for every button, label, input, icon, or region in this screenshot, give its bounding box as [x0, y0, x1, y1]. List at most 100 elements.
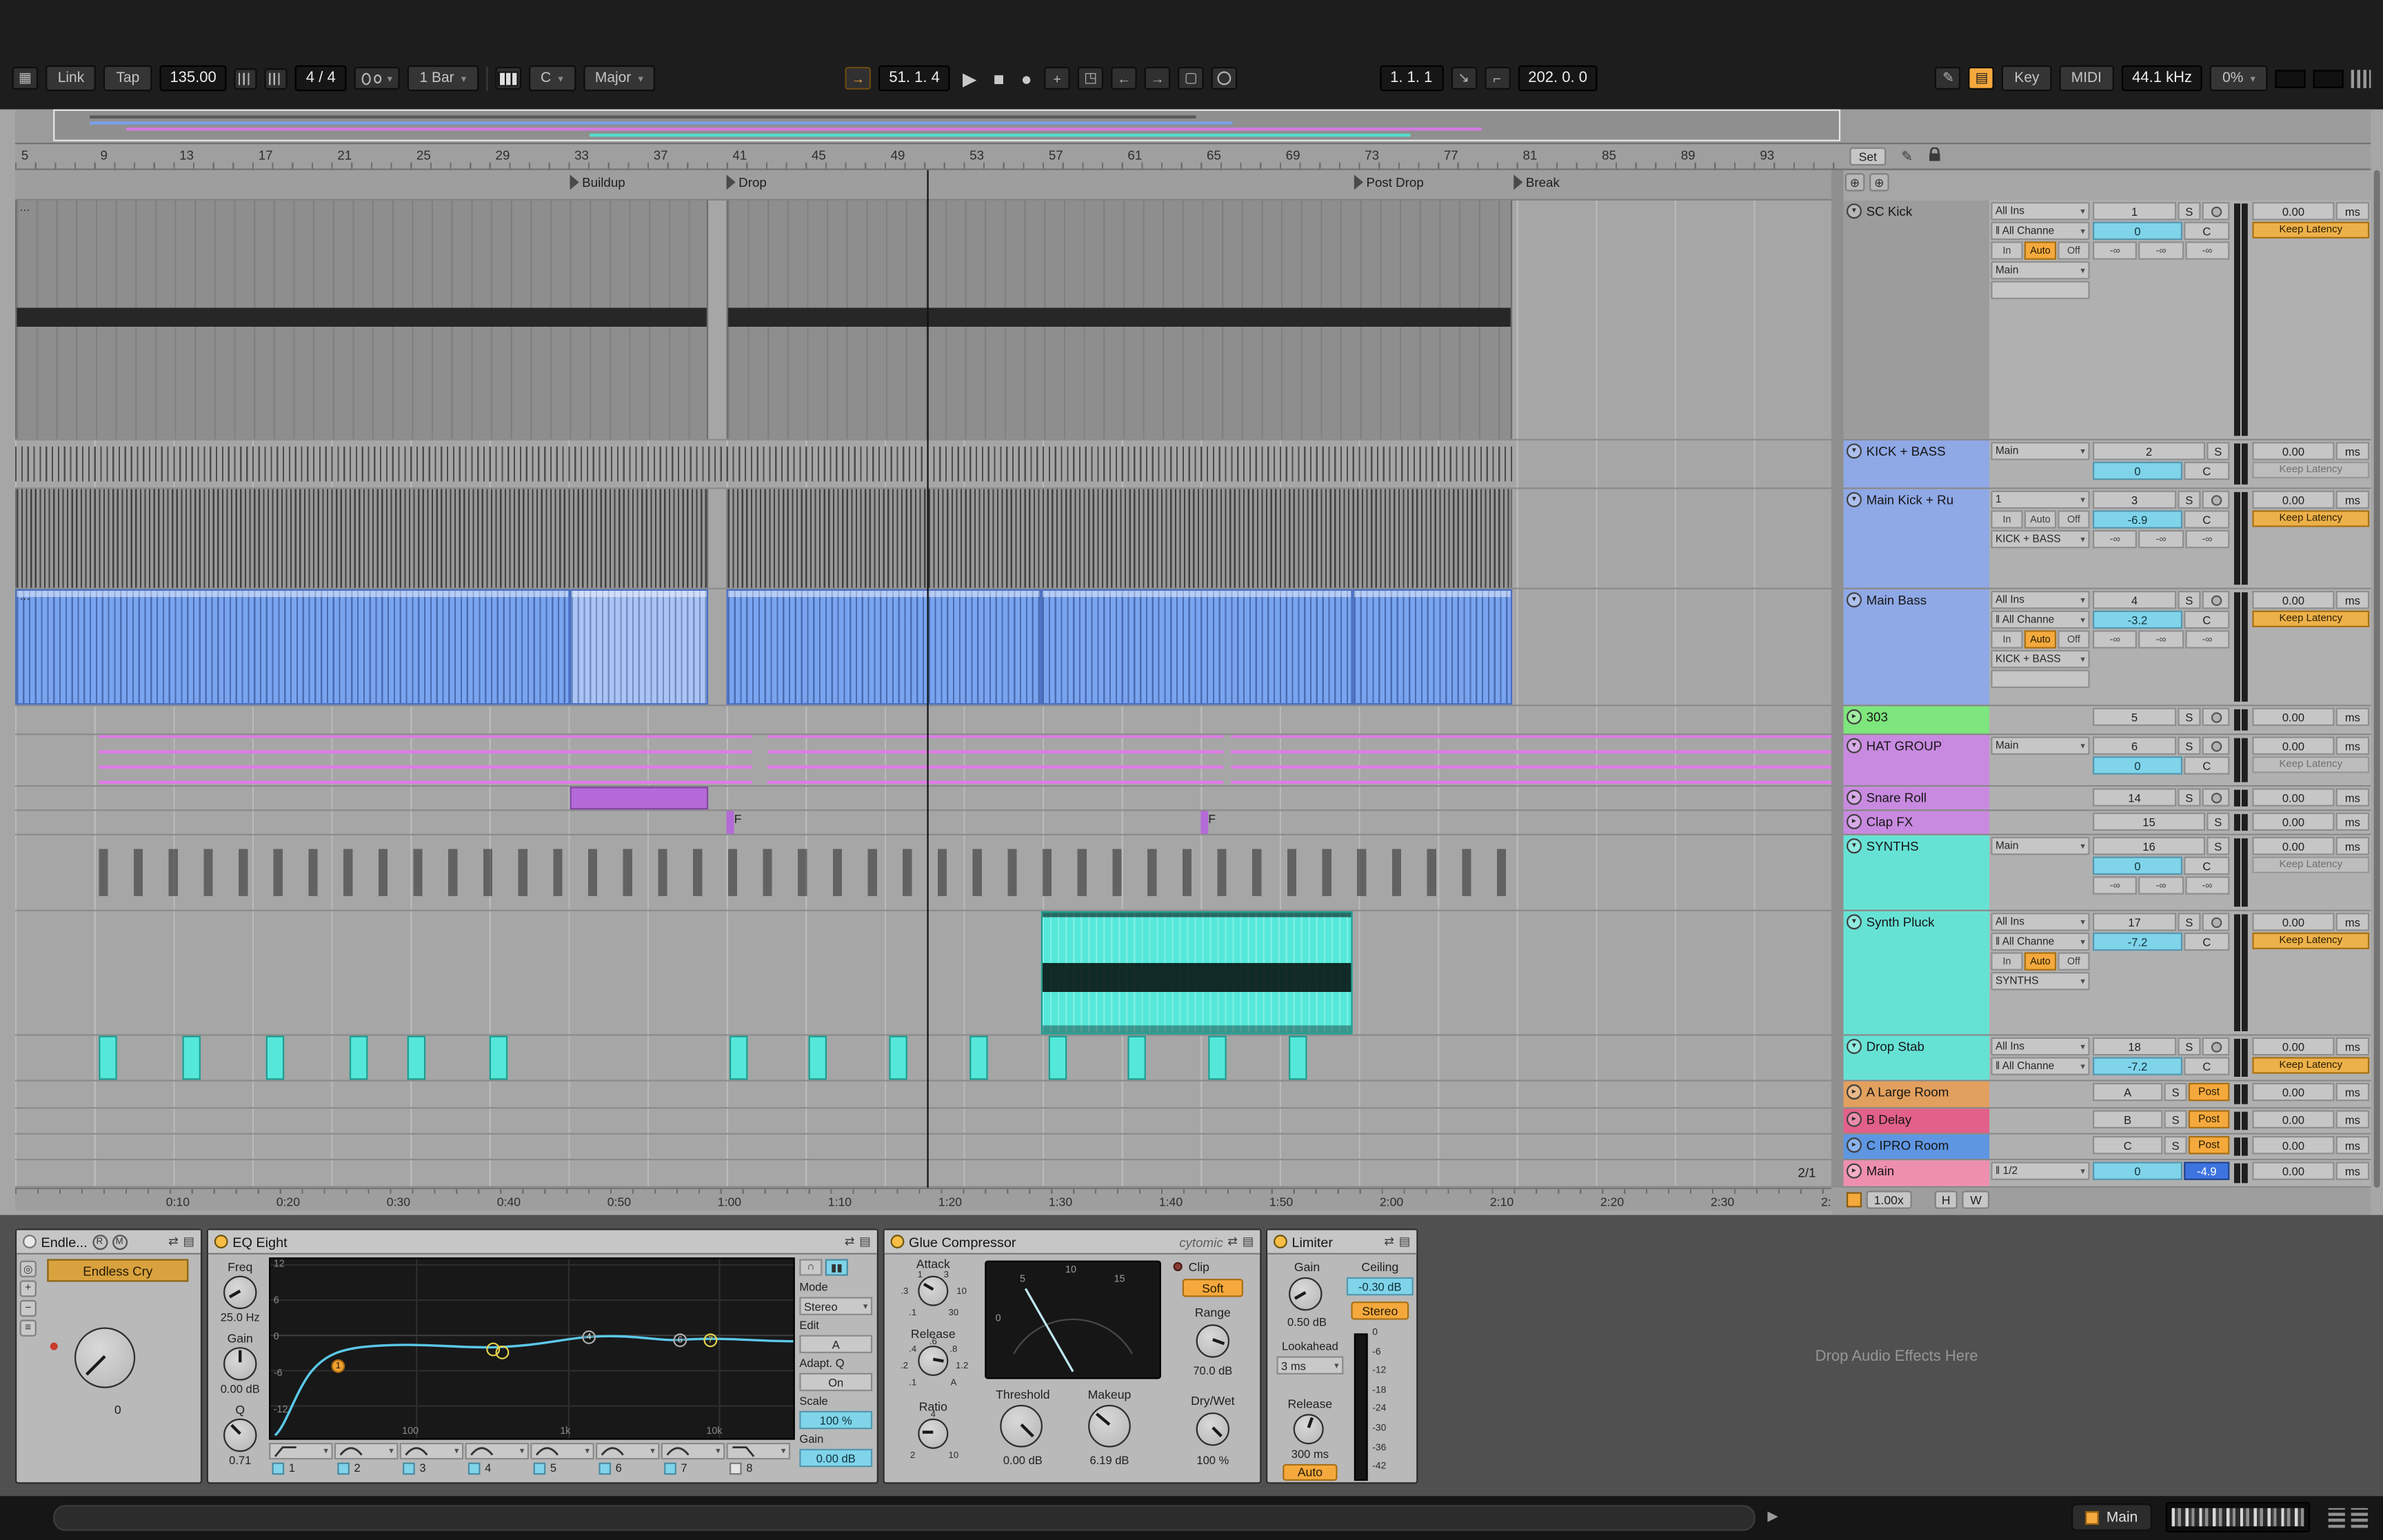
play-button[interactable]: ▶: [958, 68, 981, 89]
scroll-right-button[interactable]: ⊕: [1869, 173, 1889, 191]
band-activator[interactable]: [468, 1462, 481, 1475]
volume-field[interactable]: 0: [2093, 462, 2182, 480]
volume-field[interactable]: 0: [2093, 756, 2182, 774]
soft-clip-button[interactable]: Soft: [1183, 1279, 1243, 1297]
loop-icon[interactable]: [1211, 67, 1237, 90]
rack-record-button[interactable]: R: [92, 1234, 107, 1249]
time-signature-field[interactable]: 4 / 4: [295, 65, 346, 91]
nudge-down-icon[interactable]: [234, 68, 257, 89]
back-to-arrangement-icon[interactable]: ←: [1111, 67, 1136, 90]
send-field[interactable]: -∞: [2139, 530, 2184, 548]
clip[interactable]: [408, 1036, 425, 1080]
delay-unit-toggle[interactable]: ms: [2336, 737, 2369, 755]
metronome-icon[interactable]: ▾: [354, 67, 400, 90]
auto-release-button[interactable]: Auto: [1283, 1464, 1337, 1481]
filter-type-selector[interactable]: [727, 1443, 791, 1459]
hot-swap-icon[interactable]: ⇄: [1227, 1235, 1238, 1248]
clip[interactable]: [889, 1036, 907, 1080]
bar-number[interactable]: 25: [416, 148, 431, 163]
bar-number[interactable]: 17: [259, 148, 273, 163]
quantization-selector[interactable]: 1 Bar ▾: [408, 65, 479, 91]
stereo-mode-button[interactable]: Stereo: [1351, 1301, 1409, 1319]
band-activator[interactable]: [534, 1462, 546, 1475]
solo-button[interactable]: S: [2206, 813, 2229, 831]
limiter-gain-value[interactable]: 0.50 dB: [1271, 1315, 1344, 1329]
height-zoom-button[interactable]: H: [1934, 1191, 1958, 1208]
keep-latency-button[interactable]: Keep Latency: [2252, 462, 2369, 478]
track-name[interactable]: ▸Snare Roll: [1844, 787, 1990, 809]
monitor-off-button[interactable]: Off: [2058, 241, 2089, 259]
routing-selector[interactable]: Main: [1991, 737, 2089, 755]
scale-root-selector[interactable]: C ▾: [528, 65, 575, 91]
clip[interactable]: [99, 849, 1512, 896]
bar-number[interactable]: 65: [1207, 148, 1221, 163]
clip[interactable]: [1127, 1036, 1145, 1080]
locator-drop[interactable]: Drop: [727, 174, 767, 190]
delay-unit-toggle[interactable]: ms: [2336, 813, 2369, 831]
monitor-in-button[interactable]: In: [1991, 630, 2022, 648]
delay-unit-toggle[interactable]: ms: [2336, 788, 2369, 806]
expand-icon[interactable]: ▸: [1847, 1164, 1862, 1179]
clip[interactable]: [1231, 735, 1831, 785]
device-drop-zone[interactable]: Drop Audio Effects Here: [1422, 1228, 2371, 1483]
track-delay-field[interactable]: 0.00: [2252, 591, 2334, 609]
clip[interactable]: [266, 1036, 284, 1080]
bar-number[interactable]: 73: [1365, 148, 1379, 163]
computer-midi-keyboard-icon[interactable]: ▤: [1969, 67, 1994, 90]
solo-button[interactable]: S: [2178, 708, 2200, 726]
re-enable-automation-icon[interactable]: →: [1145, 67, 1170, 90]
hot-swap-icon[interactable]: ⇄: [168, 1235, 179, 1248]
track-delay-field[interactable]: 0.00: [2252, 837, 2334, 855]
bar-number[interactable]: 29: [496, 148, 510, 163]
limiter-gain-knob[interactable]: [1289, 1277, 1322, 1310]
track-header-synths[interactable]: ▾SYNTHSMain16S0C-∞-∞-∞0.00msKeep Latency: [1844, 835, 2371, 911]
track-lane-drop-stab[interactable]: [15, 1036, 1831, 1082]
track-lane-clap-fx[interactable]: FF: [15, 811, 1831, 835]
eq-spectrum-display[interactable]: 1260-6-12 1001k10k 1467: [269, 1257, 795, 1439]
clip[interactable]: [99, 735, 752, 785]
loop-length-field[interactable]: 202. 0. 0: [1518, 65, 1598, 91]
track-name[interactable]: ▾Synth Pluck: [1844, 911, 1990, 1034]
adaptq-button[interactable]: On: [799, 1373, 872, 1391]
filter-type-selector[interactable]: [596, 1443, 660, 1459]
clip[interactable]: [15, 201, 708, 439]
keep-latency-button[interactable]: Keep Latency: [2252, 933, 2369, 949]
stop-button[interactable]: ■: [989, 68, 1009, 89]
routing-selector[interactable]: [1991, 670, 2089, 688]
clip[interactable]: [727, 589, 1041, 705]
arm-button[interactable]: [2202, 491, 2230, 509]
track-name[interactable]: ▾KICK + BASS: [1844, 440, 1990, 487]
track-delay-field[interactable]: 0.00: [2252, 788, 2334, 806]
band-activator[interactable]: [730, 1462, 742, 1475]
device-title[interactable]: Limiter: [1291, 1234, 1333, 1249]
bar-number[interactable]: 53: [969, 148, 984, 163]
freq-knob[interactable]: [223, 1276, 257, 1309]
routing-selector[interactable]: SYNTHS: [1991, 972, 2089, 990]
keep-latency-button[interactable]: Keep Latency: [2252, 222, 2369, 239]
eq-band-handle[interactable]: 4: [582, 1330, 596, 1344]
solo-button[interactable]: S: [2164, 1111, 2187, 1128]
solo-button[interactable]: S: [2178, 591, 2200, 609]
eq-band-handle[interactable]: 7: [703, 1333, 717, 1347]
pan-field[interactable]: C: [2184, 857, 2229, 875]
filter-type-selector[interactable]: [530, 1443, 594, 1459]
range-value[interactable]: 70.0 dB: [1174, 1364, 1253, 1377]
post-toggle[interactable]: Post: [2189, 1136, 2230, 1154]
send-field[interactable]: -∞: [2185, 630, 2230, 648]
bar-number[interactable]: 13: [179, 148, 194, 163]
clip[interactable]: [182, 1036, 200, 1080]
track-lane-b-delay[interactable]: [15, 1108, 1831, 1134]
track-header-hat-group[interactable]: ▾HAT GROUPMain6S0C0.00msKeep Latency: [1844, 735, 2371, 787]
track-header-a-large-room[interactable]: ▸A Large RoomASPost0.00ms: [1844, 1082, 2371, 1109]
arrangement-position-field[interactable]: 51. 1. 4: [878, 65, 950, 91]
band-activator[interactable]: [337, 1462, 350, 1475]
track-lane-synth-pluck[interactable]: [15, 911, 1831, 1036]
show-chains-button[interactable]: +: [20, 1280, 37, 1297]
solo-button[interactable]: S: [2178, 202, 2200, 220]
save-preset-icon[interactable]: ▤: [859, 1235, 871, 1248]
beat-time-ruler[interactable]: 5913172125293337414549535761656973778185…: [15, 144, 1844, 170]
keep-latency-button[interactable]: Keep Latency: [2252, 1057, 2369, 1073]
bar-number[interactable]: 49: [891, 148, 905, 163]
keep-latency-button[interactable]: Keep Latency: [2252, 510, 2369, 527]
arm-button[interactable]: [2202, 788, 2230, 806]
